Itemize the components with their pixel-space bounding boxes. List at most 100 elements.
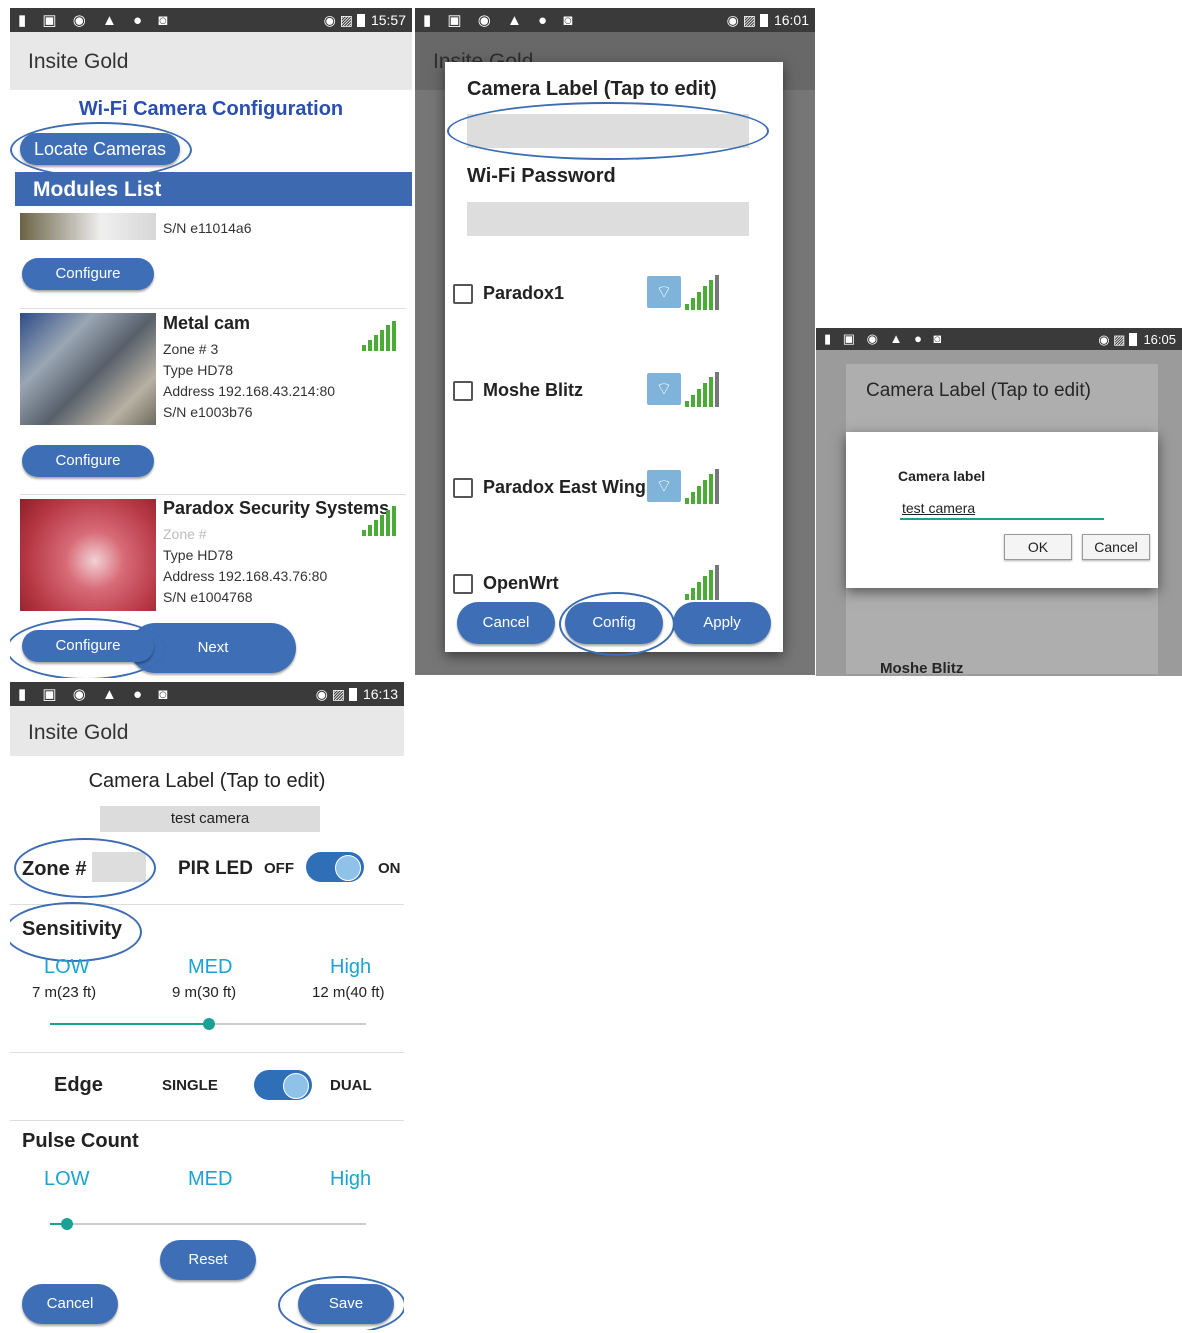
zone-label: Zone # — [22, 858, 87, 880]
network-name: Moshe Blitz — [483, 380, 584, 400]
cancel-button[interactable]: Cancel — [457, 602, 555, 644]
camera-label-input[interactable] — [467, 114, 749, 148]
panel-camera-label-dialog: ▮ ▣ ◉ ▲ ● ◙ ◉ ▨ 16:05 Camera Label (Tap t… — [816, 328, 1182, 676]
camera-details: Zone # 3 Type HD78 Address 192.168.43.21… — [163, 339, 335, 423]
configure-button[interactable]: Configure — [22, 630, 154, 662]
pulse-low-label: LOW — [44, 1168, 90, 1190]
notification-icons: ▮ ▣ ◉ ▲ ● ◙ — [18, 686, 174, 703]
camera-serial: S/N e1003b76 — [163, 404, 253, 420]
system-icons: ◉ ▨ — [323, 12, 353, 28]
signal-strength-icon — [362, 504, 396, 536]
input-underline — [900, 518, 1104, 520]
apply-button[interactable]: Apply — [673, 602, 771, 644]
pulse-slider-track[interactable] — [50, 1223, 366, 1225]
panel-modules-list: ▮ ▣ ◉ ▲ ● ◙ ◉ ▨ 15:57 Insite Gold Wi-Fi C… — [10, 8, 412, 678]
wifi-password-input[interactable] — [467, 202, 749, 236]
locate-cameras-button[interactable]: Locate Cameras — [20, 133, 180, 165]
modules-list-label: Modules List — [33, 178, 162, 201]
clock: 16:05 — [1143, 332, 1176, 347]
secured-wifi-icon: ⌔ — [647, 373, 681, 405]
network-checkbox[interactable] — [453, 284, 473, 304]
camera-details: Zone # Type HD78 Address 192.168.43.76:8… — [163, 524, 327, 608]
status-right: ◉ ▨ 15:57 — [324, 12, 406, 29]
signal-strength-icon — [685, 274, 719, 310]
pir-on-label: ON — [378, 860, 401, 877]
battery-icon — [356, 14, 365, 27]
network-checkbox[interactable] — [453, 574, 473, 594]
configure-button[interactable]: Configure — [22, 445, 154, 477]
camera-zone: Zone # 3 — [163, 341, 219, 357]
signal-strength-icon — [685, 468, 719, 504]
panel-wifi-config-dialog: ▮ ▣ ◉ ▲ ● ◙ ◉ ▨16:01 Insite Gold Camera … — [415, 8, 815, 675]
sensitivity-med-distance: 9 m(30 ft) — [172, 984, 237, 1001]
clock: 16:01 — [773, 12, 809, 28]
battery-icon — [759, 14, 768, 27]
pulse-med-label: MED — [188, 1168, 233, 1190]
toggle-knob — [335, 855, 361, 881]
modules-list-header: Modules List — [15, 172, 412, 206]
camera-label-input[interactable]: test camera — [902, 500, 975, 516]
battery-icon — [1129, 333, 1138, 346]
save-button[interactable]: Save — [298, 1284, 394, 1324]
camera-title: Paradox Security Systems — [163, 498, 390, 518]
clock: 16:13 — [362, 686, 398, 702]
app-bar: Insite Gold — [10, 32, 412, 90]
battery-icon — [348, 688, 357, 701]
pir-led-toggle[interactable] — [306, 852, 364, 882]
pir-off-label: OFF — [264, 860, 294, 877]
system-icons: ◉ ▨ — [1098, 332, 1126, 347]
camera-address: Address 192.168.43.76:80 — [163, 568, 328, 584]
status-bar: ▮ ▣ ◉ ▲ ● ◙ ◉ ▨ 16:01 — [415, 8, 815, 32]
network-checkbox[interactable] — [453, 381, 473, 401]
sensitivity-high-distance: 12 m(40 ft) — [312, 984, 385, 1001]
camera-label-title: Camera Label (Tap to edit) — [467, 78, 717, 100]
edge-toggle[interactable] — [254, 1070, 312, 1100]
dialog-title: Camera label — [898, 468, 986, 484]
network-name: OpenWrt — [483, 573, 559, 593]
notification-icons: ▮ ▣ ◉ ▲ ● ◙ — [824, 331, 946, 346]
status-right: ◉ ▨ 16:05 — [1098, 332, 1176, 348]
edge-label: Edge — [54, 1074, 103, 1096]
app-title: Insite Gold — [28, 50, 129, 73]
status-right: ◉ ▨ 16:13 — [316, 686, 398, 703]
status-right: ◉ ▨ 16:01 — [727, 12, 809, 29]
toggle-knob — [283, 1073, 309, 1099]
signal-strength-icon — [362, 319, 396, 351]
camera-serial: S/N e11014a6 — [163, 220, 252, 236]
network-checkbox[interactable] — [453, 478, 473, 498]
app-bar: Insite Gold — [10, 706, 404, 756]
network-name: Paradox1 — [483, 283, 565, 303]
camera-thumbnail — [20, 213, 156, 240]
status-bar: ▮ ▣ ◉ ▲ ● ◙ ◉ ▨ 16:05 — [816, 328, 1182, 350]
cancel-button[interactable]: Cancel — [1082, 534, 1150, 560]
reset-button[interactable]: Reset — [160, 1240, 256, 1280]
cancel-button[interactable]: Cancel — [22, 1284, 118, 1324]
zone-input[interactable] — [92, 852, 146, 882]
next-button[interactable]: Next — [130, 623, 296, 673]
sensitivity-label: Sensitivity — [22, 918, 123, 940]
config-button[interactable]: Config — [565, 602, 663, 644]
signal-strength-icon — [685, 371, 719, 407]
notification-icons: ▮ ▣ ◉ ▲ ● ◙ — [18, 12, 174, 29]
camera-zone: Zone # — [163, 526, 207, 542]
app-title: Insite Gold — [28, 721, 129, 744]
section-divider — [10, 1052, 404, 1053]
ok-button[interactable]: OK — [1004, 534, 1072, 560]
section-divider — [10, 904, 404, 905]
pulse-slider-knob[interactable] — [61, 1218, 73, 1230]
signal-strength-icon — [685, 564, 719, 600]
sensitivity-slider-knob[interactable] — [203, 1018, 215, 1030]
configure-button[interactable]: Configure — [22, 258, 154, 290]
system-icons: ◉ ▨ — [726, 12, 756, 28]
list-divider — [20, 308, 406, 309]
camera-address: Address 192.168.43.214:80 — [163, 383, 336, 399]
camera-label-title: Camera Label (Tap to edit) — [88, 770, 326, 792]
camera-type: Type HD78 — [163, 547, 234, 563]
pulse-high-label: High — [330, 1168, 372, 1190]
notification-icons: ▮ ▣ ◉ ▲ ● ◙ — [423, 12, 579, 29]
camera-thumbnail — [20, 499, 156, 611]
pulse-count-label: Pulse Count — [22, 1130, 139, 1152]
sensitivity-low-distance: 7 m(23 ft) — [32, 984, 97, 1001]
secured-wifi-icon: ⌔ — [647, 470, 681, 502]
camera-label-field[interactable]: test camera — [100, 806, 320, 832]
